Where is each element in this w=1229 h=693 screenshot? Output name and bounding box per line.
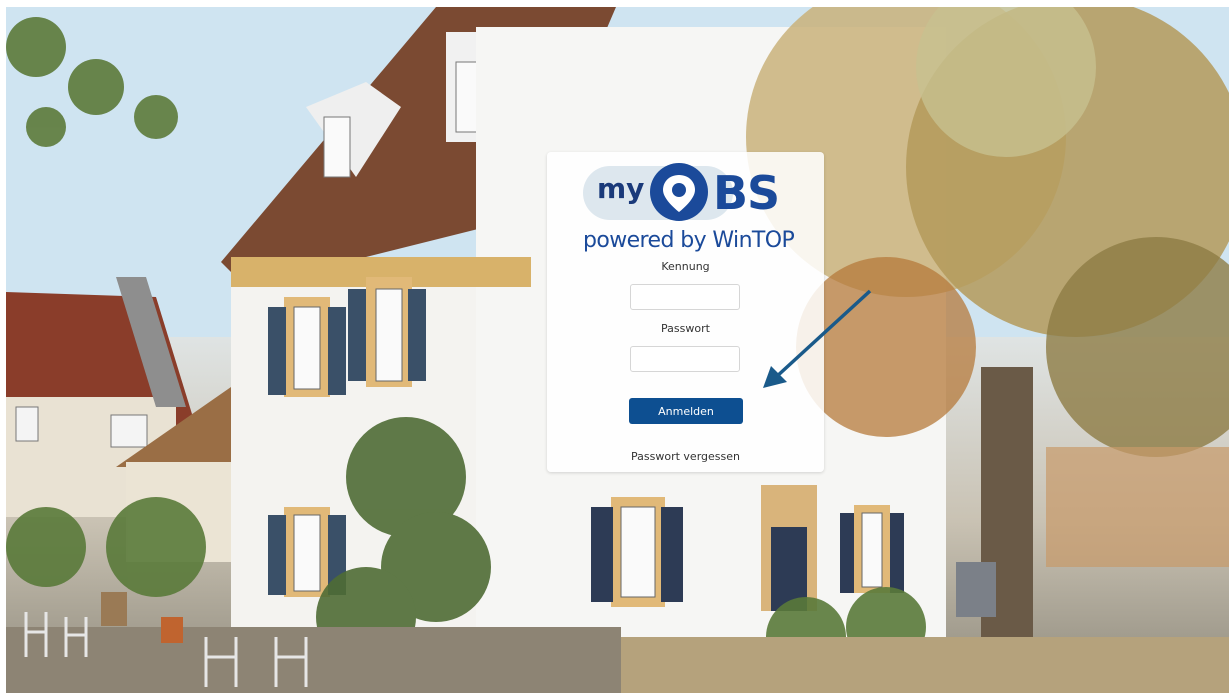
location-pin-icon [650, 163, 708, 221]
password-input[interactable] [630, 346, 740, 372]
logo-my-text: my [597, 172, 645, 205]
username-label: Kennung [661, 260, 710, 273]
arrow-icon [763, 289, 872, 388]
myobs-logo: my BS powered by WinTOP [583, 162, 795, 272]
forgot-password-link[interactable]: Passwort vergessen [547, 450, 824, 463]
logo-bs-text: BS [713, 166, 780, 220]
username-input[interactable] [630, 284, 740, 310]
logo-tagline: powered by WinTOP [583, 228, 795, 253]
login-button[interactable]: Anmelden [629, 398, 743, 424]
